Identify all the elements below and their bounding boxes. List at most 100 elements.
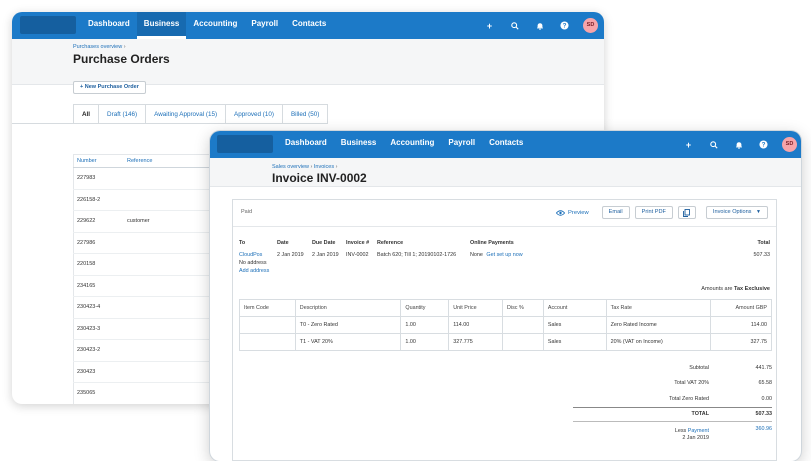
copy-button[interactable] xyxy=(677,206,696,219)
cell-unit-price: 327.775 xyxy=(449,334,504,350)
table-row[interactable]: 227986 xyxy=(73,233,223,254)
breadcrumb-sales-overview[interactable]: Sales overview xyxy=(272,164,309,170)
invoice-number-value: INV-0002 xyxy=(346,252,369,258)
invoice-number-label: Invoice # xyxy=(346,240,370,246)
table-row[interactable]: 235065 xyxy=(73,383,223,404)
nav-contacts[interactable]: Contacts xyxy=(482,131,530,158)
cell-number: 230423-3 xyxy=(77,325,101,332)
search-icon[interactable] xyxy=(502,21,527,30)
search-icon[interactable] xyxy=(701,140,726,149)
help-icon[interactable]: ? xyxy=(552,21,577,30)
nav-payroll[interactable]: Payroll xyxy=(441,131,482,158)
table-row[interactable]: 234165 xyxy=(73,276,223,297)
online-payments-label: Online Payments xyxy=(470,240,514,246)
avatar[interactable]: SD xyxy=(583,18,598,33)
line-item-row[interactable]: T1 - VAT 20% 1.00 327.775 Sales 20% (VAT on … xyxy=(240,334,771,351)
breadcrumb-invoices[interactable]: Invoices xyxy=(314,164,334,170)
column-reference[interactable]: Reference xyxy=(123,155,223,167)
table-row[interactable]: 230423-4 xyxy=(73,297,223,319)
email-button[interactable]: Email xyxy=(601,206,630,219)
column-account: Account xyxy=(544,300,607,316)
add-icon[interactable]: + xyxy=(676,140,701,150)
contact-address: No address xyxy=(239,260,267,266)
cell-item-code xyxy=(240,334,296,350)
payment-row: Less Payment 2 Jan 2019 360.96 xyxy=(573,425,772,445)
nav-dashboard[interactable]: Dashboard xyxy=(278,131,334,158)
cell-number: 230423-2 xyxy=(77,347,101,353)
tab-approved[interactable]: Approved (10) xyxy=(225,104,282,124)
cell-number: 234165 xyxy=(77,282,96,289)
tab-awaiting-approval[interactable]: Awaiting Approval (15) xyxy=(145,104,226,124)
add-icon[interactable]: + xyxy=(477,21,502,31)
tab-draft[interactable]: Draft (146) xyxy=(98,104,146,124)
table-row[interactable]: 226158-2 xyxy=(73,190,223,211)
avatar[interactable]: SD xyxy=(782,137,797,152)
svg-text:?: ? xyxy=(563,23,567,30)
bell-icon[interactable] xyxy=(527,22,552,30)
table-row[interactable]: 230423-3 xyxy=(73,319,223,340)
tab-all[interactable]: All xyxy=(73,104,99,124)
cell-number: 227986 xyxy=(77,239,96,246)
nav-accounting[interactable]: Accounting xyxy=(186,12,244,39)
nav-dashboard[interactable]: Dashboard xyxy=(81,12,137,39)
table-row[interactable]: 230423 xyxy=(73,362,223,383)
contact-link[interactable]: CloudPos xyxy=(239,251,269,259)
line-items-table: Item Code Description Quantity Unit Pric… xyxy=(239,299,772,351)
total-row: TOTAL 507.33 xyxy=(573,406,773,422)
nav-contacts[interactable]: Contacts xyxy=(285,12,333,39)
preview-label: Preview xyxy=(568,209,589,216)
preview-link[interactable]: Preview xyxy=(556,210,589,216)
new-purchase-order-button[interactable]: + New Purchase Order xyxy=(73,81,146,94)
table-row[interactable]: 229622 customer xyxy=(73,211,223,233)
nav-accounting[interactable]: Accounting xyxy=(383,131,441,158)
bell-icon[interactable] xyxy=(726,141,751,149)
cell-reference xyxy=(123,233,223,254)
reference-label: Reference xyxy=(377,240,404,246)
cell-reference xyxy=(123,168,223,189)
cell-tax-rate: Zero Rated Income xyxy=(607,317,712,333)
nav-business[interactable]: Business xyxy=(136,12,187,39)
breadcrumb-separator: › xyxy=(123,44,126,50)
org-logo[interactable] xyxy=(20,16,76,34)
subtotal-row: Subtotal 441.75 xyxy=(573,360,772,376)
cell-reference xyxy=(123,297,223,318)
table-row[interactable]: 227983 xyxy=(73,168,223,190)
nav-payroll[interactable]: Payroll xyxy=(244,12,285,39)
cell-reference xyxy=(123,254,223,275)
cell-discount xyxy=(503,317,544,333)
invoice-options-button[interactable]: Invoice Options ▼ xyxy=(705,206,768,219)
table-row[interactable]: 230423-2 xyxy=(73,340,223,362)
date-label: Date xyxy=(277,240,289,246)
cell-number: 226158-2 xyxy=(77,196,101,203)
cell-reference xyxy=(123,190,223,211)
tab-billed[interactable]: Billed (50) xyxy=(281,104,329,124)
org-logo[interactable] xyxy=(217,135,273,153)
payment-value[interactable]: 360.96 xyxy=(715,425,773,432)
get-set-up-link[interactable]: Get set up now xyxy=(486,252,522,258)
top-navigation-bar: Dashboard Business Accounting Payroll Co… xyxy=(210,131,801,158)
cell-description: T0 - Zero Rated xyxy=(296,317,402,333)
amounts-are: Amounts are Tax Exclusive xyxy=(701,286,770,292)
due-date-value: 2 Jan 2019 xyxy=(312,252,339,258)
cell-amount: 327.75 xyxy=(750,339,768,345)
cell-discount xyxy=(503,334,544,350)
breadcrumb-purchases-overview[interactable]: Purchases overview xyxy=(73,44,122,50)
less-label: Less xyxy=(674,428,687,434)
column-number[interactable]: Number xyxy=(73,155,123,167)
nav-business[interactable]: Business xyxy=(334,131,384,158)
help-icon[interactable]: ? xyxy=(751,140,776,149)
payment-link[interactable]: Payment xyxy=(688,428,709,434)
cell-account: Sales xyxy=(544,317,607,333)
online-payments-value: None Get set up now xyxy=(470,251,523,259)
cell-description: T1 - VAT 20% xyxy=(296,334,402,350)
to-label: To xyxy=(239,240,246,246)
cell-account: Sales xyxy=(544,334,607,350)
meta-invoice-number: Invoice # INV-0002 xyxy=(346,240,369,259)
line-item-row[interactable]: T0 - Zero Rated 1.00 114.00 Sales Zero Rated… xyxy=(240,317,771,334)
print-pdf-button[interactable]: Print PDF xyxy=(634,206,673,219)
grand-total-value: 507.33 xyxy=(755,411,773,418)
cell-reference xyxy=(123,319,223,340)
table-row[interactable]: 220158 xyxy=(73,254,223,276)
add-address-link[interactable]: Add address xyxy=(239,267,269,275)
vat-row: Total VAT 20% 65.58 xyxy=(573,376,772,392)
